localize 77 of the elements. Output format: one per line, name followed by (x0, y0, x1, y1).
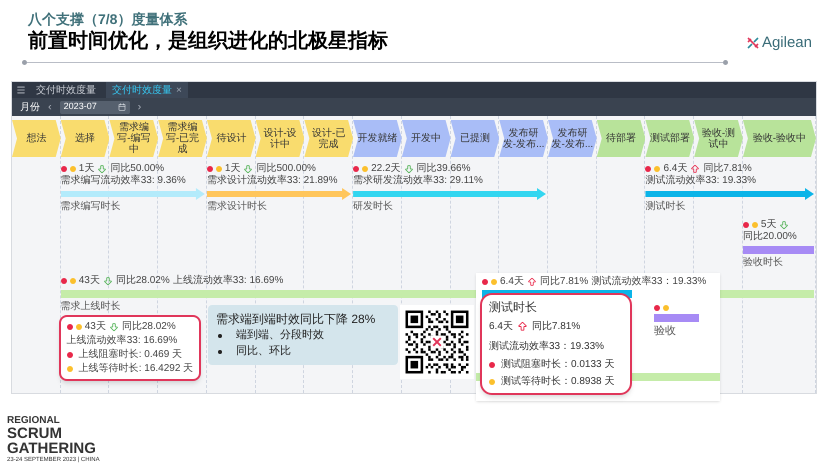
change-value: 同比7.81% (703, 163, 752, 174)
slide-title: 前置时间优化，是组织进化的北极星指标 (28, 29, 388, 54)
event-logo-text: GATHERING (7, 441, 96, 456)
duration-value: 43天 (78, 275, 100, 287)
calendar-icon (118, 103, 126, 111)
stage-header: 设计-设计中 (256, 120, 304, 157)
month-picker-field[interactable]: 2023-07 (60, 100, 130, 114)
tooltip-line: 上线等待时长: 16.4292 天 (78, 363, 194, 375)
qr-code-drawing (403, 308, 471, 376)
duration-value: 1天 (224, 163, 240, 174)
bar-label: 需求设计时长 (206, 201, 267, 213)
logo-text: Agilean (762, 32, 812, 52)
bullet-icon (218, 350, 222, 354)
stage-header: 已提测 (450, 120, 500, 157)
stage-header: 发布研发-发布... (499, 120, 548, 157)
duration-value: 1天 (78, 163, 94, 174)
flow-efficiency: 需求编写流动效率33: 9.36% (60, 175, 186, 187)
change-value: 同比20.00% (742, 231, 797, 243)
stage-header: 发布研发-发布... (548, 120, 597, 157)
bar-label: 验收时长 (742, 257, 783, 269)
flow-efficiency: 上线流动效率33: 16.69% (172, 275, 284, 287)
flow-efficiency: 测试流动效率33：19.33% (591, 276, 706, 288)
change-value: 同比7.81% (532, 320, 580, 334)
change-value: 同比500.00% (256, 163, 316, 174)
change-value: 同比39.66% (416, 163, 470, 174)
change-value: 同比28.02% (116, 275, 170, 287)
stage-header: 待设计 (206, 120, 256, 157)
event-logo-text: REGIONAL (7, 416, 61, 426)
stage-header: 待部署 (596, 120, 646, 157)
tooltip-title: 测试时长 (489, 300, 538, 314)
next-month-button[interactable]: › (138, 98, 142, 116)
close-icon[interactable]: × (176, 82, 182, 98)
duration-value: 5天 (760, 219, 776, 230)
duration-value: 6.4天 (500, 276, 524, 288)
slide-subtitle: 八个支撑（7/8）度量体系 (28, 10, 188, 28)
logo-mark-icon (746, 36, 759, 49)
stage-header: 验收-验收中 (742, 120, 816, 157)
flow-efficiency: 需求研发流动效率33: 29.11% (353, 175, 483, 187)
stage-header: 需求编写-编写中 (109, 120, 158, 157)
stage-header: 设计-已完成 (304, 120, 354, 157)
previous-month-button[interactable]: ‹ (48, 98, 52, 116)
tooltip-line: 上线阻塞时长: 0.469 天 (78, 349, 182, 361)
change-value: 同比7.81% (540, 276, 588, 288)
stage-header: 开发中 (402, 120, 451, 157)
bar-label: 研发时长 (353, 201, 394, 213)
callout-headline: 需求端到端时效同比下降 28% (216, 311, 376, 327)
stage-header: 测试部署 (645, 120, 694, 157)
change-value: 同比50.00% (110, 163, 164, 174)
filter-label: 月份 (20, 100, 40, 114)
flow-efficiency: 测试流动效率33: 19.33% (645, 175, 756, 187)
flow-efficiency: 需求设计流动效率33: 21.89% (206, 175, 338, 187)
stage-header: 选择 (60, 120, 110, 157)
stage-header: 想法 (12, 120, 61, 157)
tooltip-line: 测试流动效率33：19.33% (489, 340, 606, 354)
stage-header: 开发就绪 (353, 120, 402, 157)
duration-value: 43天 (84, 321, 106, 333)
change-value: 同比28.02% (122, 321, 176, 333)
tooltip-line: 测试阻塞时长：0.0133 天 (501, 359, 614, 371)
stage-header: 验收-测试中 (694, 120, 743, 157)
duration-bar (654, 314, 699, 322)
tooltip-line: 上线流动效率33: 16.69% (66, 335, 178, 347)
bullet-text: 端到端、分段时效 (236, 328, 324, 343)
bar-label: 测试时长 (645, 201, 686, 213)
bar-label: 需求上线时长 (60, 301, 121, 313)
duration-value: 6.4天 (489, 320, 513, 334)
bullet-text: 同比、环比 (236, 344, 291, 359)
event-logo-text: SCRUM (7, 426, 63, 441)
menu-icon[interactable] (16, 85, 26, 95)
stage-header: 需求编写-已完成 (158, 120, 207, 157)
tab[interactable]: 交付时效度量 × (106, 82, 188, 98)
bar-label: 需求编写时长 (60, 201, 121, 213)
tooltip-line: 测试等待时长：0.8938 天 (501, 376, 614, 388)
bullet-icon (218, 334, 222, 338)
bar-label: 验收 (654, 325, 677, 338)
duration-value: 6.4天 (663, 163, 688, 174)
tab[interactable]: 交付时效度量 (30, 82, 102, 98)
duration-value: 22.2天 (371, 163, 401, 174)
